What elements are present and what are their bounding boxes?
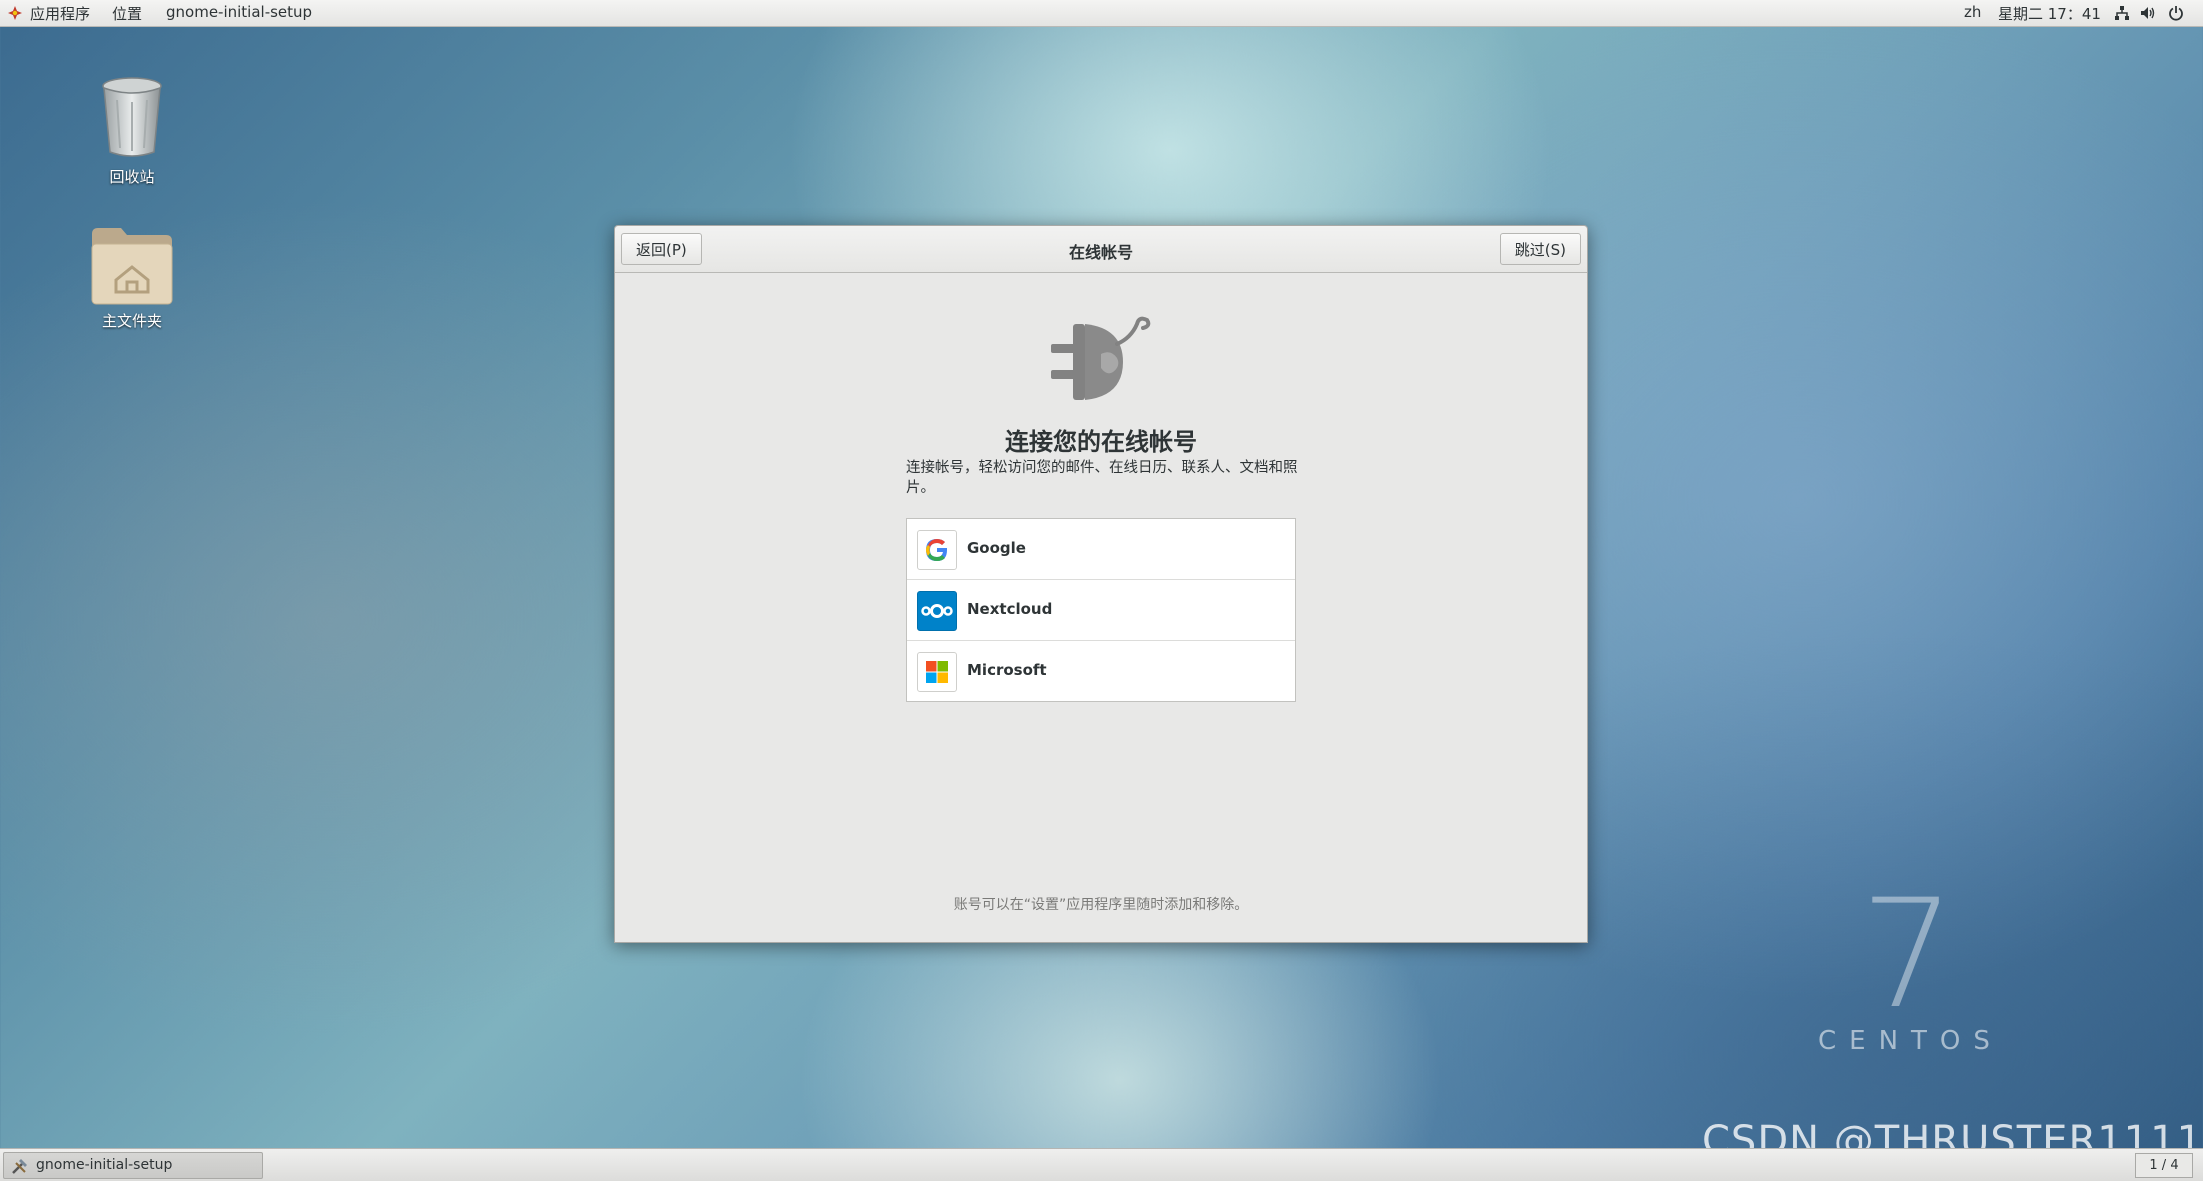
account-name: Microsoft: [967, 661, 1047, 679]
microsoft-logo-icon: [917, 652, 957, 692]
home-folder-icon: [91, 228, 173, 305]
google-logo-icon: [917, 530, 957, 570]
account-name: Nextcloud: [967, 600, 1053, 618]
page-description: 连接帐号，轻松访问您的邮件、在线日历、联系人、文档和照片。: [906, 460, 1298, 496]
applications-menu-icon: [8, 6, 22, 20]
applications-menu[interactable]: 应用程序: [30, 3, 90, 24]
centos-wordmark: CENTOS: [1818, 1026, 2003, 1056]
account-row-microsoft[interactable]: Microsoft: [907, 641, 1295, 701]
clock[interactable]: 星期二 17：41: [1998, 3, 2101, 24]
home-folder-label: 主文件夹: [101, 312, 162, 330]
footer-note: 账号可以在“设置”应用程序里随时添加和移除。: [953, 897, 1249, 913]
account-row-google[interactable]: Google: [907, 519, 1295, 580]
active-app-menu[interactable]: gnome-initial-setup: [166, 3, 312, 21]
account-row-nextcloud[interactable]: Nextcloud: [907, 580, 1295, 641]
places-menu[interactable]: 位置: [112, 3, 142, 24]
workspace-switcher[interactable]: 1 / 4: [2135, 1153, 2193, 1178]
initial-setup-dialog: 返回(P) 在线帐号 跳过(S) 连接您的在线帐号 连接帐号，轻松访问您的邮件、…: [614, 225, 1588, 943]
trash-icon: [102, 77, 162, 157]
dialog-title: 在线帐号: [1068, 243, 1133, 262]
trash-label: 回收站: [109, 168, 155, 186]
input-method-indicator[interactable]: zh: [1964, 3, 1981, 21]
home-folder-desktop-icon[interactable]: 主文件夹: [57, 222, 207, 331]
accounts-list: Google Nextcloud Microsoft: [906, 518, 1296, 702]
network-icon[interactable]: [2114, 5, 2130, 21]
setup-tools-icon: [12, 1159, 27, 1174]
header-bar: 返回(P) 在线帐号 跳过(S): [615, 226, 1587, 273]
account-name: Google: [967, 539, 1026, 557]
bottom-taskbar: gnome-initial-setup 1 / 4: [0, 1148, 2203, 1181]
page-heading: 连接您的在线帐号: [1005, 428, 1197, 456]
trash-desktop-icon[interactable]: 回收站: [57, 76, 207, 187]
skip-button[interactable]: 跳过(S): [1499, 233, 1581, 265]
taskbar-window-label: gnome-initial-setup: [36, 1157, 173, 1173]
power-icon[interactable]: [2168, 5, 2184, 21]
centos-version-mark: 7: [1860, 868, 1956, 1042]
online-accounts-plug-icon: [1051, 316, 1151, 400]
nextcloud-logo-icon: [917, 591, 957, 631]
volume-icon[interactable]: [2140, 5, 2156, 21]
taskbar-window-button[interactable]: gnome-initial-setup: [3, 1152, 263, 1179]
top-bar: 应用程序 位置 gnome-initial-setup zh 星期二 17：41: [0, 0, 2203, 27]
